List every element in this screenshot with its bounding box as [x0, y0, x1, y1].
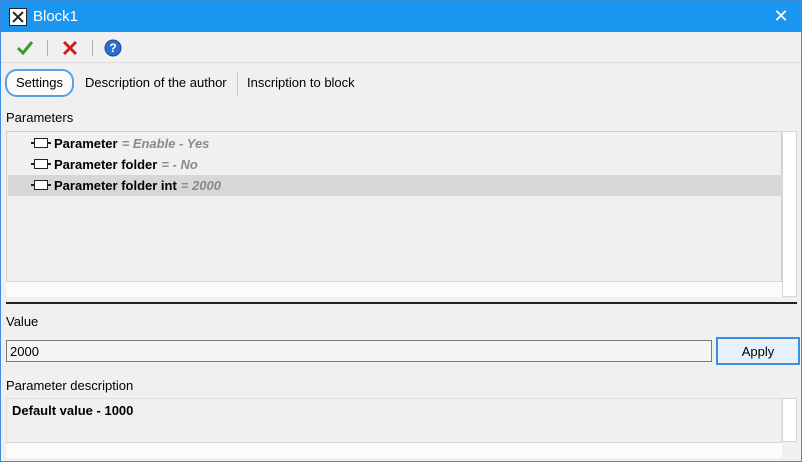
parameter-row[interactable]: Parameter folder = - No — [8, 154, 782, 175]
horizontal-scrollbar[interactable] — [6, 281, 782, 297]
splitter[interactable] — [6, 302, 797, 304]
parameters-tree[interactable]: Parameter = Enable - Yes Parameter folder… — [6, 131, 782, 297]
parameter-name: Parameter — [54, 136, 118, 151]
parameter-icon — [31, 159, 51, 169]
help-button[interactable]: ? — [102, 37, 124, 59]
svg-text:?: ? — [109, 41, 116, 55]
window-title: Block1 — [33, 8, 79, 25]
cancel-button[interactable] — [59, 37, 81, 59]
parameter-row[interactable]: Parameter = Enable - Yes — [8, 133, 782, 154]
parameter-icon — [31, 138, 51, 148]
ok-button[interactable] — [14, 37, 36, 59]
tab-description-of-author[interactable]: Description of the author — [75, 69, 237, 97]
tab-settings[interactable]: Settings — [5, 69, 74, 97]
parameter-icon — [31, 180, 51, 190]
vertical-scrollbar[interactable] — [782, 398, 797, 442]
parameter-name: Parameter folder — [54, 157, 158, 172]
close-button[interactable]: ✕ — [761, 1, 801, 32]
toolbar-separator — [92, 40, 93, 56]
checkmark-icon — [16, 41, 34, 56]
red-x-icon — [62, 40, 78, 56]
parameter-row-text: Parameter folder = - No — [54, 154, 198, 175]
value-label: Value — [6, 314, 39, 329]
tab-inscription-to-block[interactable]: Inscription to block — [237, 69, 365, 97]
apply-button[interactable]: Apply — [716, 337, 800, 365]
parameter-value: = Enable - Yes — [121, 136, 210, 151]
parameter-name: Parameter folder int — [54, 178, 177, 193]
horizontal-scrollbar[interactable] — [6, 442, 782, 458]
parameters-label: Parameters — [6, 110, 74, 125]
toolbar: ? — [1, 32, 801, 63]
parameter-description-label: Parameter description — [6, 378, 134, 393]
vertical-scrollbar[interactable] — [782, 131, 797, 297]
parameter-value: = 2000 — [180, 178, 221, 193]
parameter-row-text: Parameter = Enable - Yes — [54, 133, 209, 154]
dialog-window: Block1 ✕ ? Settings Description of the a… — [0, 0, 802, 462]
description-text: Default value - 1000 — [12, 403, 134, 418]
title-bar[interactable]: Block1 ✕ — [1, 1, 801, 32]
value-input[interactable] — [6, 340, 712, 362]
block-app-icon — [9, 8, 27, 26]
help-icon: ? — [104, 39, 122, 57]
tab-bar: Settings Description of the author Inscr… — [1, 69, 801, 99]
parameter-value: = - No — [161, 157, 198, 172]
parameter-row-selected[interactable]: Parameter folder int = 2000 — [8, 175, 782, 196]
toolbar-separator — [47, 40, 48, 56]
parameter-row-text: Parameter folder int = 2000 — [54, 175, 221, 196]
